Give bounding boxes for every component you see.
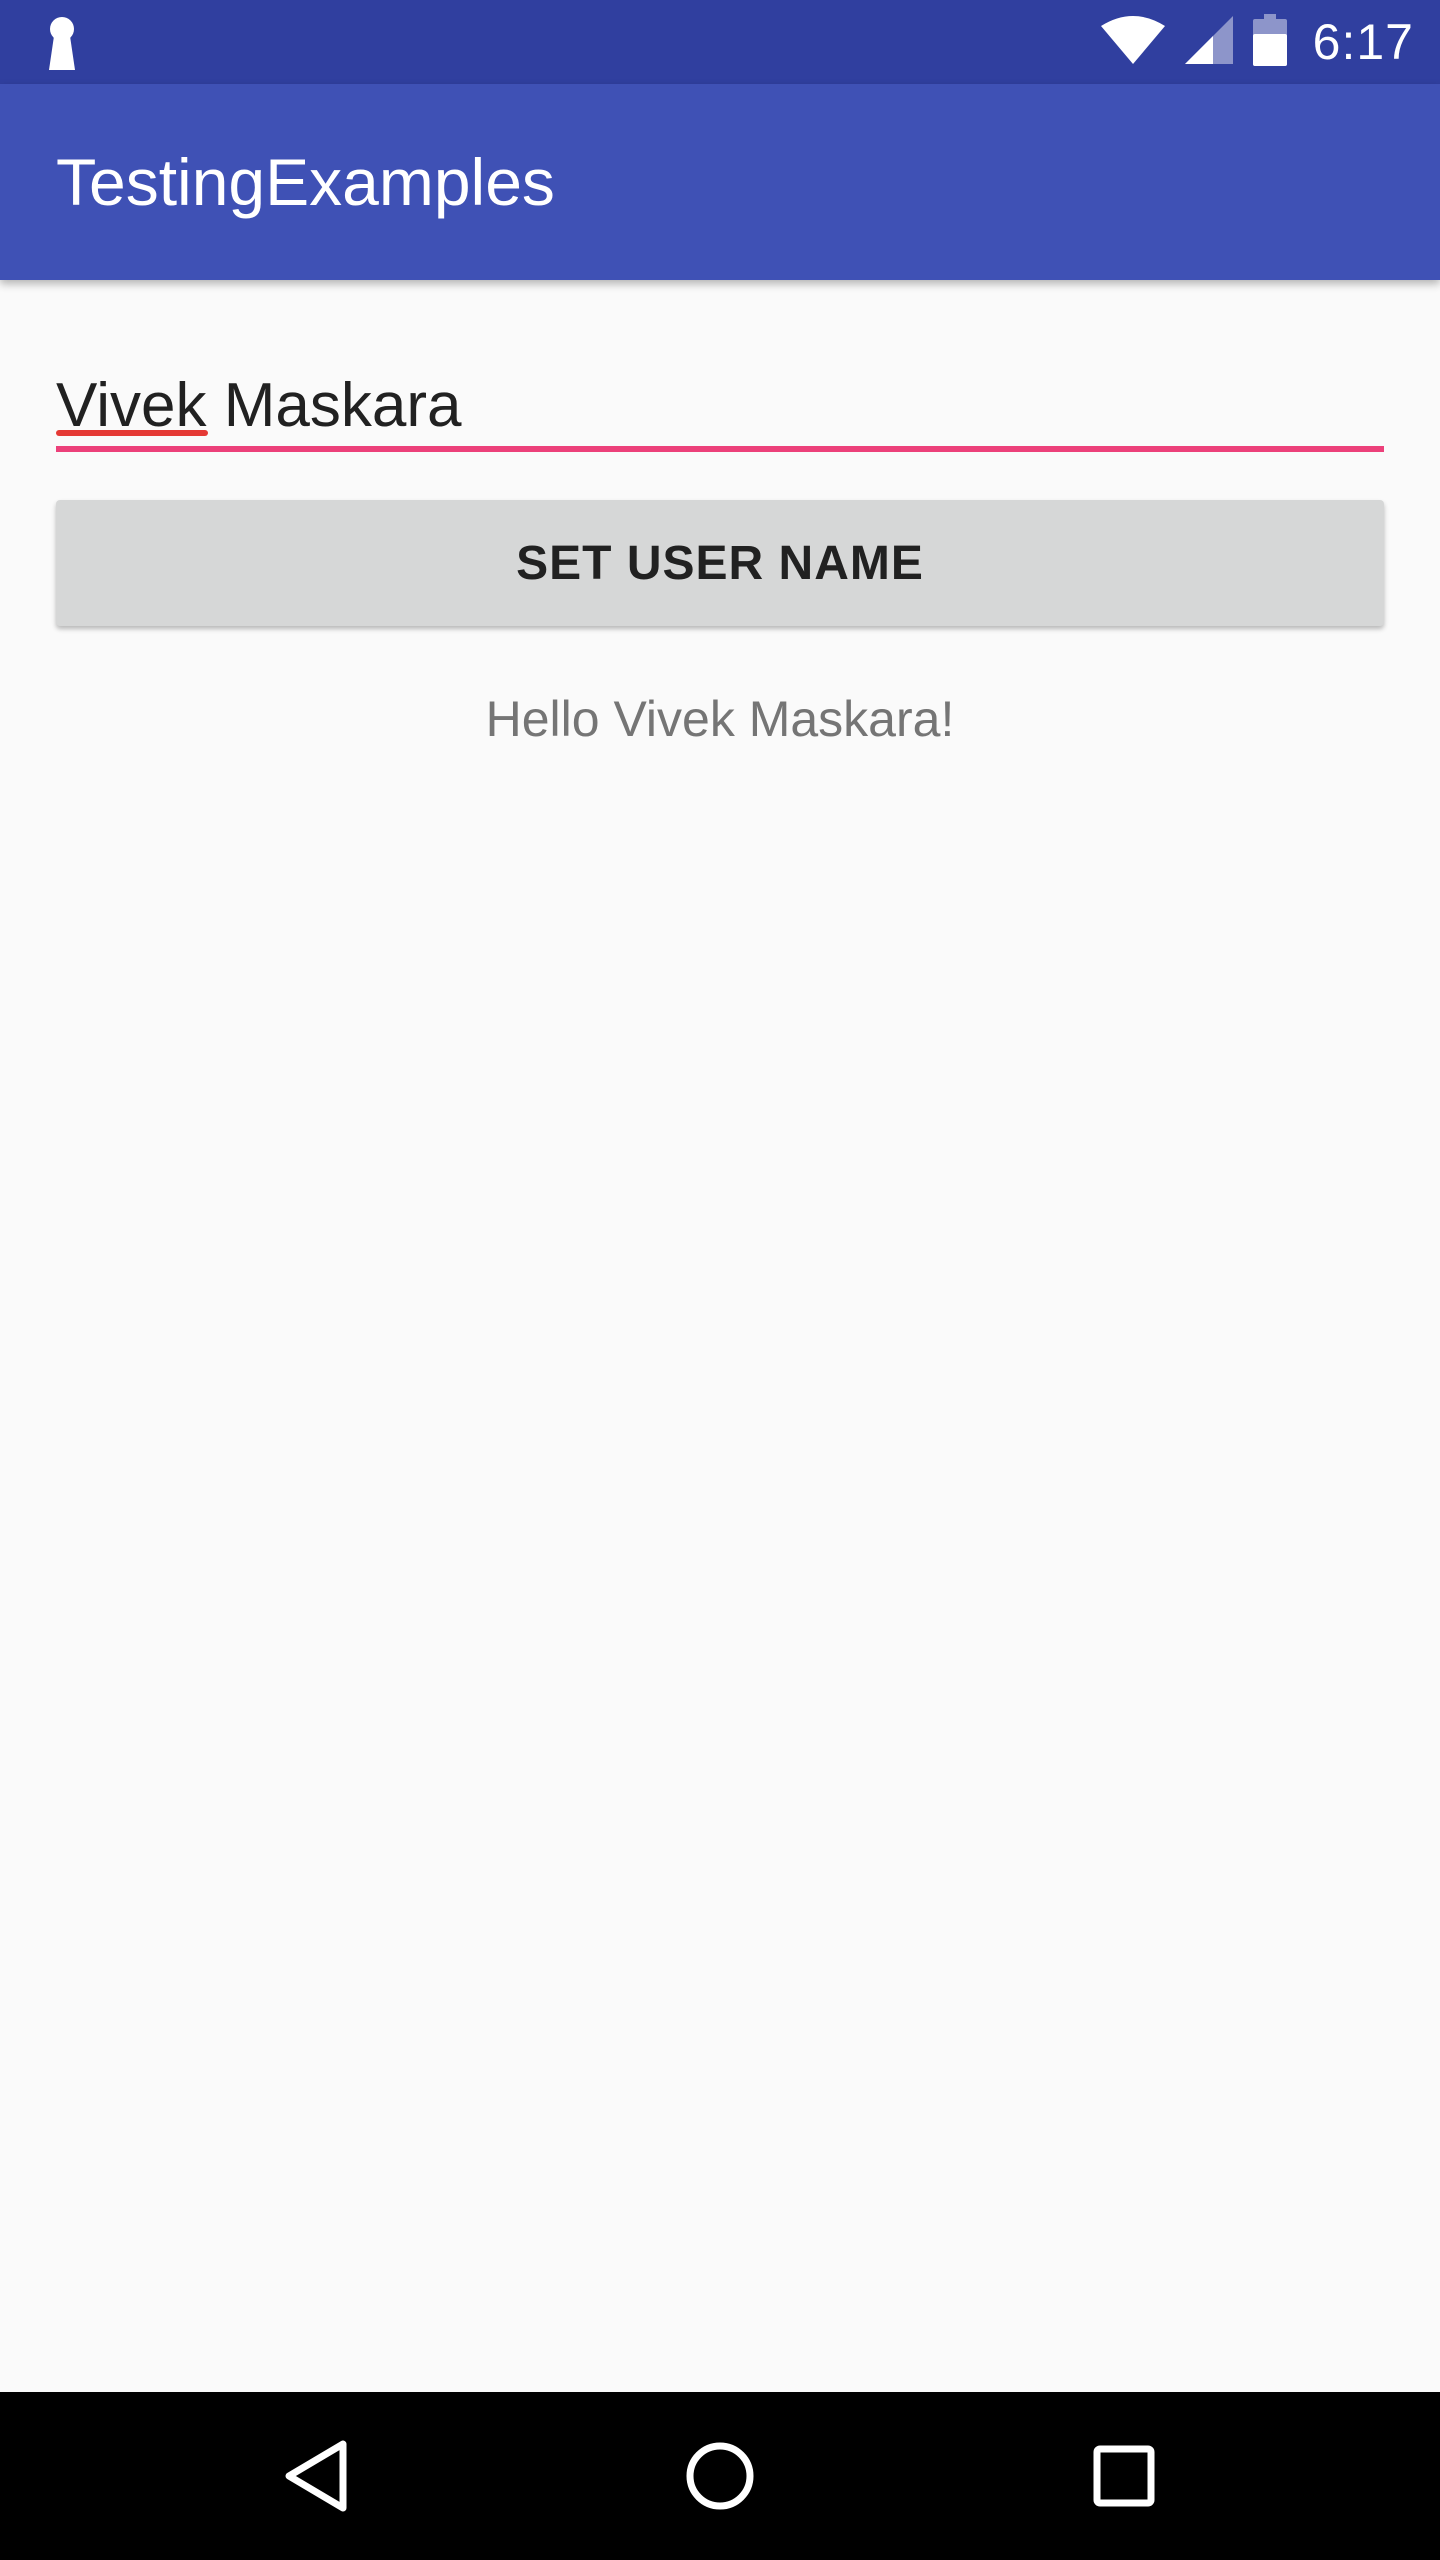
recents-icon[interactable] bbox=[1074, 2426, 1174, 2526]
wifi-icon bbox=[1100, 15, 1165, 69]
app-screen: 6:17 TestingExamples SET USER NAME Hello… bbox=[0, 0, 1440, 2560]
greeting-text: Hello Vivek Maskara! bbox=[485, 691, 955, 747]
status-bar: 6:17 bbox=[0, 0, 1440, 84]
app-bar: TestingExamples bbox=[0, 84, 1440, 280]
input-underline bbox=[56, 446, 1384, 452]
status-icons: 6:17 bbox=[1100, 0, 1414, 84]
status-time: 6:17 bbox=[1312, 14, 1414, 70]
cell-signal-icon bbox=[1184, 15, 1233, 69]
set-user-name-button[interactable]: SET USER NAME bbox=[56, 500, 1384, 626]
keyhole-icon bbox=[44, 16, 80, 70]
home-icon[interactable] bbox=[670, 2426, 770, 2526]
name-input[interactable] bbox=[56, 360, 1384, 450]
main-content: SET USER NAME Hello Vivek Maskara! bbox=[0, 280, 1440, 2392]
name-field-wrapper bbox=[56, 360, 1384, 460]
navigation-bar bbox=[0, 2392, 1440, 2560]
spellcheck-underline bbox=[56, 430, 208, 436]
back-icon[interactable] bbox=[266, 2426, 366, 2526]
app-title: TestingExamples bbox=[56, 145, 555, 219]
battery-icon bbox=[1252, 13, 1287, 71]
